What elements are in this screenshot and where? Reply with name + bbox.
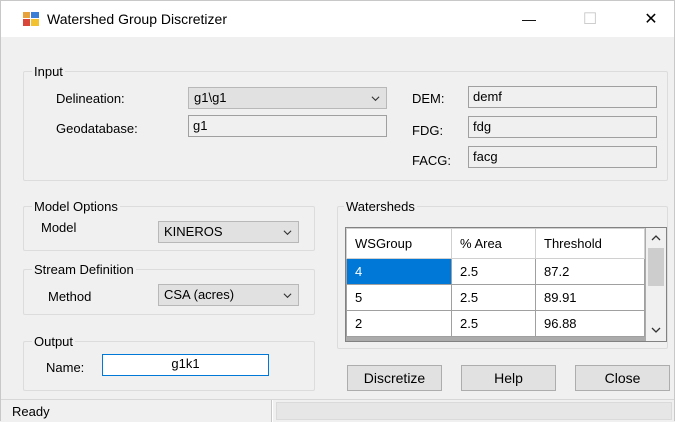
discretize-button[interactable]: Discretize [347,365,442,391]
dem-label: DEM: [412,91,445,106]
title-bar: Watershed Group Discretizer — ☐ ✕ [1,1,674,37]
help-button[interactable]: Help [461,365,556,391]
table-row[interactable]: 2 2.5 96.88 [346,310,645,337]
app-grid-icon [23,12,39,26]
method-select[interactable]: CSA (acres) [158,284,299,306]
stream-definition-label: Stream Definition [32,262,136,277]
model-label: Model [41,220,77,235]
status-bar: Ready [1,399,674,422]
grid-header-row: WSGroup % Area Threshold [346,228,645,259]
watersheds-grid[interactable]: WSGroup % Area Threshold 4 2.5 87.2 5 2.… [345,227,667,342]
window-title: Watershed Group Discretizer [47,11,227,27]
fdg-label: FDG: [412,123,444,138]
dialog-window: Watershed Group Discretizer — ☐ ✕ Input … [0,0,675,422]
maximize-button[interactable]: ☐ [567,1,613,37]
name-label: Name: [46,360,85,375]
cell-area[interactable]: 2.5 [451,258,536,285]
chevron-down-icon [283,230,292,236]
cell-wsgroup[interactable]: 5 [346,284,452,311]
method-label: Method [48,289,92,304]
dem-field: demf [468,86,657,108]
model-options-label: Model Options [32,199,120,214]
cell-area[interactable]: 2.5 [451,284,536,311]
col-header-area[interactable]: % Area [451,228,536,259]
fdg-field: fdg [468,116,657,138]
delineation-select[interactable]: g1\g1 [188,87,387,109]
output-label: Output [32,334,76,349]
maximize-icon: ☐ [582,11,598,28]
col-header-wsgroup[interactable]: WSGroup [346,228,452,259]
output-name-input[interactable]: g1k1 [102,354,269,376]
facg-field: facg [468,146,657,168]
status-divider [271,400,273,422]
model-select[interactable]: KINEROS [158,221,299,243]
cell-threshold[interactable]: 96.88 [535,310,645,337]
geodatabase-field: g1 [188,115,387,137]
cell-area[interactable]: 2.5 [451,310,536,337]
method-value: CSA (acres) [164,287,235,302]
geodatabase-label: Geodatabase: [56,121,138,136]
chevron-down-icon [371,96,380,102]
close-window-button[interactable]: ✕ [628,1,674,37]
close-icon: ✕ [644,11,658,28]
minimize-button[interactable]: — [506,1,552,37]
grid-vertical-scrollbar[interactable] [646,228,666,341]
minimize-icon: — [522,11,536,27]
col-header-threshold[interactable]: Threshold [535,228,645,259]
delineation-value: g1\g1 [194,90,227,105]
delineation-label: Delineation: [56,91,125,106]
status-text: Ready [12,404,50,419]
table-row[interactable]: 4 2.5 87.2 [346,258,645,285]
facg-label: FACG: [412,153,452,168]
watersheds-label: Watersheds [344,199,417,214]
watersheds-table: WSGroup % Area Threshold 4 2.5 87.2 5 2.… [346,228,645,337]
cell-wsgroup[interactable]: 2 [346,310,452,337]
close-button[interactable]: Close [575,365,670,391]
cell-wsgroup[interactable]: 4 [346,258,452,285]
scroll-thumb[interactable] [648,248,664,286]
scroll-down-icon[interactable] [651,326,661,334]
cell-threshold[interactable]: 87.2 [535,258,645,285]
input-group-label: Input [32,64,65,79]
scroll-up-icon[interactable] [651,234,661,242]
cell-threshold[interactable]: 89.91 [535,284,645,311]
table-row[interactable]: 5 2.5 89.91 [346,284,645,311]
chevron-down-icon [283,293,292,299]
status-progress-panel [276,402,672,420]
model-value: KINEROS [164,224,223,239]
